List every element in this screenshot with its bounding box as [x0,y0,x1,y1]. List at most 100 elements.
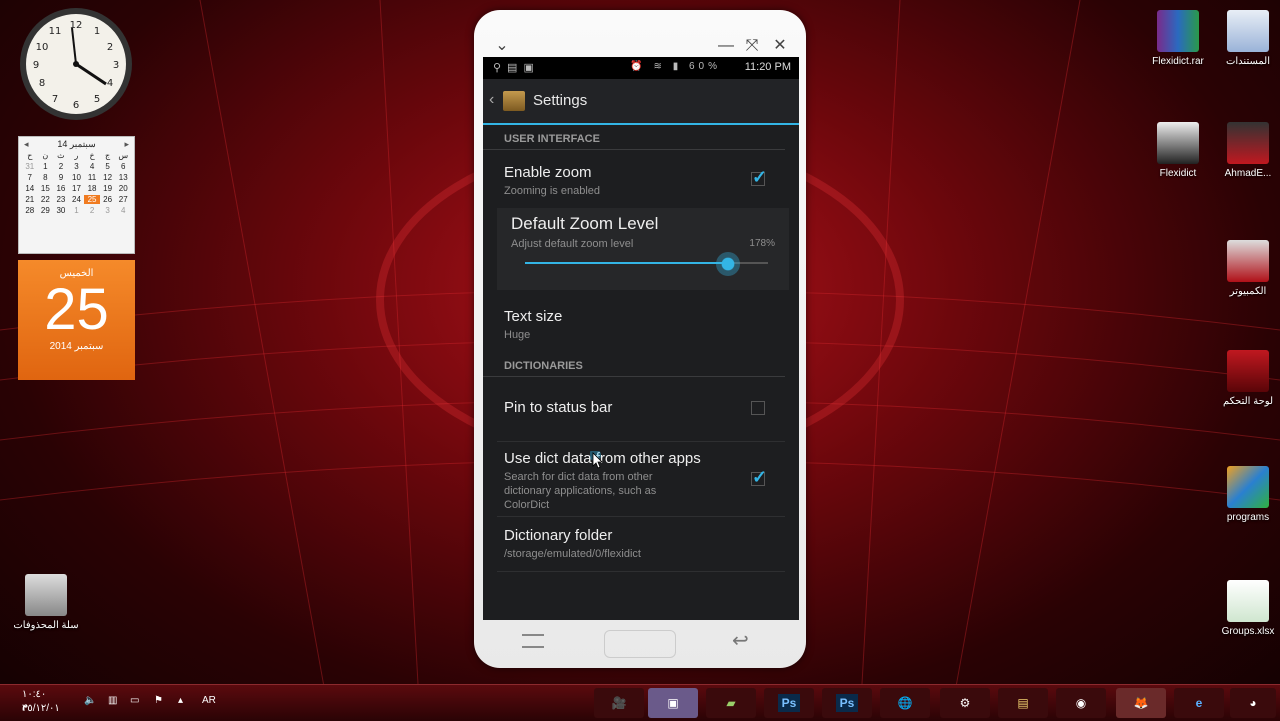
svg-text:1: 1 [94,26,100,37]
calendar-day[interactable]: 30 [53,206,69,215]
desktop-icon-flexidict-rar[interactable]: Flexidict.rar [1138,10,1218,67]
svg-text:4: 4 [107,78,113,89]
pref-text-size[interactable]: Text size Huge [483,290,799,360]
taskbar-app-internet-explorer[interactable]: e [1174,688,1224,718]
zoom-slider-thumb[interactable] [716,252,740,276]
desktop-icon-control-panel[interactable]: لوحة التحكم [1208,350,1280,407]
pref-title: Dictionary folder [504,527,613,544]
calendar-header: ◂ سبتمبر 14 ▸ [19,137,134,151]
pref-dictionary-folder[interactable]: Dictionary folder /storage/emulated/0/fl… [483,517,799,571]
calendar-day[interactable]: 15 [38,184,54,193]
firefox-icon: 🦊 [1133,696,1149,710]
calendar-day[interactable]: 18 [84,184,100,193]
taskbar-app-notes[interactable]: ▰ [706,688,756,718]
calendar-day[interactable]: 3 [69,162,85,171]
calendar-day[interactable]: 28 [22,206,38,215]
language-indicator[interactable]: AR [202,695,216,706]
pref-pin-status-bar[interactable]: Pin to status bar [483,377,799,441]
calendar-day[interactable]: 3 [100,206,116,215]
calendar-day[interactable]: 31 [22,162,38,171]
taskbar-app-globe[interactable]: 🌐 [880,688,930,718]
pref-enable-zoom[interactable]: Enable zoom Zooming is enabled [483,150,799,208]
taskbar-app-explorer[interactable]: ▤ [998,688,1048,718]
enable-zoom-checkbox[interactable] [751,167,767,188]
taskbar-app-chrome[interactable]: ◉ [1056,688,1106,718]
folder-icon [1227,10,1269,52]
calendar-day[interactable]: 2 [53,162,69,171]
mouse-cursor-icon [590,451,603,469]
calendar-day[interactable]: 21 [22,195,38,204]
desktop-icon-recycle-bin[interactable]: سلة المحذوفات [6,574,86,631]
home-button[interactable] [604,630,676,658]
desktop-icon-groups-xlsx[interactable]: Groups.xlsx [1208,580,1280,637]
calendar-day[interactable]: 23 [53,195,69,204]
calendar-day[interactable]: 1 [69,206,85,215]
calendar-day[interactable]: 19 [100,184,116,193]
calendar-day[interactable]: 4 [115,206,131,215]
menu-icon[interactable] [522,634,544,648]
next-month-icon[interactable]: ▸ [124,137,129,151]
desktop-icon-computer[interactable]: الكمبيوتر [1208,240,1280,297]
show-hidden-icons[interactable]: ▴ [178,695,183,706]
pref-title: Text size [504,308,563,325]
calendar-day[interactable]: 6 [115,162,131,171]
calendar-day[interactable]: 9 [53,173,69,182]
calendar-day[interactable]: 20 [115,184,131,193]
taskbar-app-network[interactable]: ⚙ [940,688,990,718]
calendar-day[interactable]: 2 [84,206,100,215]
phone-emulator: ⌄ — ⤧ ✕ ⚲▤▣ ⏰ ≋ ▮ 60% 11:20 PM ‹ Setting… [474,10,806,668]
back-arrow-icon[interactable]: ‹ [489,91,494,109]
calendar-day[interactable]: 12 [100,173,116,182]
calendar-day[interactable]: 17 [69,184,85,193]
minimize-icon[interactable]: — [716,36,736,56]
calendar-day[interactable]: 11 [84,173,100,182]
desktop-icon-label: الكمبيوتر [1229,286,1267,297]
calendar-day[interactable]: 10 [69,173,85,182]
zoom-slider-track-filled[interactable] [525,262,728,264]
use-dict-checkbox[interactable] [751,467,767,488]
taskbar-app-photoshop-2[interactable]: Ps [822,688,872,718]
pref-default-zoom-level[interactable]: Default Zoom Level Adjust default zoom l… [497,208,789,290]
desktop-icon-documents[interactable]: المستندات [1208,10,1280,67]
taskbar-app-photoshop-1[interactable]: Ps [764,688,814,718]
calendar-day[interactable]: 29 [38,206,54,215]
flag-icon[interactable]: ⚑ [154,695,163,706]
pin-status-checkbox[interactable] [751,401,765,415]
tray-date[interactable]: ٢٥/١٢/٠١ [22,703,60,714]
svg-text:11: 11 [49,26,62,37]
calendar-day[interactable]: 4 [84,162,100,171]
calendar-day[interactable]: 14 [22,184,38,193]
calendar-day[interactable]: 22 [38,195,54,204]
pref-use-dict-data[interactable]: Use dict data from other apps Search for… [483,442,799,516]
calendar-day[interactable]: 7 [22,173,38,182]
calendar-day[interactable]: 5 [100,162,116,171]
prev-month-icon[interactable]: ◂ [24,137,29,151]
start-button[interactable]: ◕ [1230,688,1276,718]
desktop-icon-flexidict[interactable]: Flexidict [1138,122,1218,179]
calendar-day[interactable]: 25 [84,195,100,204]
calendar-day[interactable]: 16 [53,184,69,193]
chevron-down-icon[interactable]: ⌄ [492,36,512,56]
calendar-day[interactable]: 1 [38,162,54,171]
network-icon[interactable]: ▥ [108,695,117,706]
battery-icon[interactable]: ▭ [130,695,139,706]
clock-gadget[interactable]: 12369 1245 781011 [18,6,134,122]
close-icon[interactable]: ✕ [770,36,790,56]
calendar-day[interactable]: 8 [38,173,54,182]
volume-icon[interactable]: 🔈 [84,695,96,706]
fullscreen-icon[interactable]: ⤧ [742,36,762,56]
calendar-day[interactable]: 13 [115,173,131,182]
desktop-icon-programs[interactable]: programs [1208,466,1280,523]
taskbar-app-recorder[interactable]: 🎥 [594,688,644,718]
app-icon[interactable] [503,91,525,111]
calendar-day[interactable]: 26 [100,195,116,204]
calendar-day[interactable]: 24 [69,195,85,204]
taskbar-app-firefox[interactable]: 🦊 [1116,688,1166,718]
calendar-weekday: ح [27,151,33,160]
svg-text:7: 7 [52,94,58,105]
calendar-day[interactable]: 27 [115,195,131,204]
taskbar-app-emulator[interactable]: ▣ [648,688,698,718]
desktop-icon-ahmad[interactable]: AhmadE... [1208,122,1280,179]
back-icon[interactable]: ↩ [732,628,749,653]
calendar-gadget[interactable]: ◂ سبتمبر 14 ▸ ح ن ث ر خ ج س 31 1 2 3 4 5 6 7 8 9 10 11 12 13… [18,136,135,380]
